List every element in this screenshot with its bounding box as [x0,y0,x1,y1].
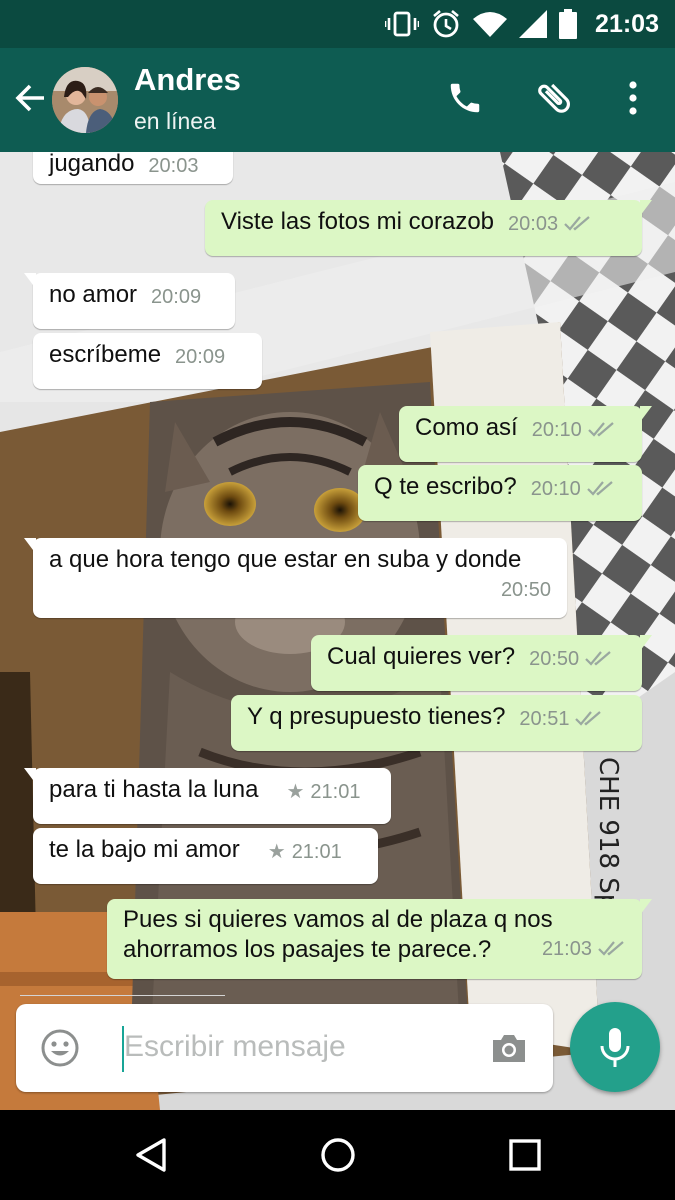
nav-back-icon[interactable] [128,1132,174,1178]
message-time: 21:01 [291,841,342,863]
message-outgoing[interactable]: Q te escribo? 20:10 [358,465,642,521]
double-check-icon [585,651,611,666]
more-vert-icon [629,81,637,115]
mic-icon [600,1028,630,1067]
message-text: Q te escribo? [374,473,517,500]
bubble-tail [24,273,36,289]
nav-home-icon[interactable] [315,1132,361,1178]
emoji-icon[interactable] [40,1028,80,1068]
message-text: para ti hasta la luna [49,776,259,803]
double-check-icon [598,941,624,956]
message-input[interactable]: Escribir mensaje [124,1030,346,1064]
message-text: no amor [49,281,138,308]
status-time: 21:03 [595,9,659,38]
bubble-tail [640,635,652,651]
double-check-icon [575,711,602,726]
phone-icon [450,83,480,113]
bubble-tail [640,200,652,216]
star-icon: ★ [267,841,286,863]
message-time: 20:09 [175,346,226,368]
call-button[interactable] [443,76,487,120]
message-incoming[interactable]: jugando 20:03 [33,152,233,184]
message-composer[interactable]: Escribir mensaje [16,1004,553,1092]
message-incoming[interactable]: escríbeme 20:09 [33,333,262,389]
voice-message-button[interactable] [570,1002,660,1092]
message-outgoing[interactable]: Como así 20:10 [399,406,652,462]
chat-header: Andres en línea [0,48,675,152]
message-text-line: Pues si quieres vamos al de plaza q nos [123,906,553,933]
contact-name[interactable]: Andres [134,62,241,98]
wifi-icon [473,12,508,37]
message-incoming[interactable]: no amor 20:09 [24,273,235,329]
contact-status: en línea [134,108,216,134]
star-icon: ★ [286,781,305,803]
more-options-button[interactable] [611,76,655,120]
message-time: 21:03 [541,938,592,960]
bubble-tail [640,899,652,915]
message-incoming[interactable]: te la bajo mi amor ★ 21:01 [33,828,378,884]
double-check-icon [564,216,590,231]
chat-area[interactable]: CHE 918 Spy jugando 20:03 Viste las fotos… [0,152,675,1110]
message-time: 20:09 [151,286,202,308]
double-check-icon [587,422,614,437]
vibrate-icon [385,11,420,37]
message-time: 20:03 [148,155,199,177]
battery-icon [559,9,578,39]
message-time: 20:10 [531,419,582,441]
message-text: Cual quieres ver? [327,643,516,670]
system-nav-bar [0,1110,675,1200]
bubble-tail [24,768,36,784]
attach-button[interactable] [532,76,576,120]
message-outgoing[interactable]: Cual quieres ver? 20:50 [311,635,652,691]
nav-recents-icon[interactable] [502,1132,548,1178]
message-text: Viste las fotos mi corazob [221,208,495,235]
message-text: a que hora tengo que estar en suba y don… [49,546,522,573]
message-incoming[interactable]: para ti hasta la luna ★ 21:01 [24,768,391,824]
message-text: jugando [49,152,135,177]
message-text-line: ahorramos los pasajes te parece.? [123,936,492,963]
message-time: 21:01 [310,781,361,803]
signal-icon [519,10,548,38]
message-time: 20:03 [508,213,559,235]
message-text: Como así [415,414,518,441]
bubble-tail [24,538,36,554]
avatar[interactable] [52,67,118,133]
double-check-icon [587,481,613,496]
message-outgoing[interactable]: Viste las fotos mi corazob 20:03 [205,200,652,256]
message-outgoing[interactable]: Pues si quieres vamos al de plaza q nos … [107,899,652,979]
camera-icon[interactable] [489,1028,529,1068]
message-text: Y q presupuesto tienes? [247,703,506,730]
alarm-icon [433,10,459,38]
message-time: 20:50 [529,648,580,670]
divider [20,995,225,996]
message-time: 20:50 [500,579,551,601]
back-arrow-icon[interactable] [12,80,48,116]
message-time: 20:10 [530,478,581,500]
paperclip-icon [538,83,570,113]
message-outgoing[interactable]: Y q presupuesto tienes? 20:51 [231,695,642,751]
message-text: escríbeme [49,341,162,368]
status-bar: 21:03 [0,0,675,48]
message-time: 20:51 [519,708,570,730]
message-incoming[interactable]: a que hora tengo que estar en suba y don… [24,538,567,618]
bubble-tail [640,406,652,422]
message-text: te la bajo mi amor [49,836,240,863]
